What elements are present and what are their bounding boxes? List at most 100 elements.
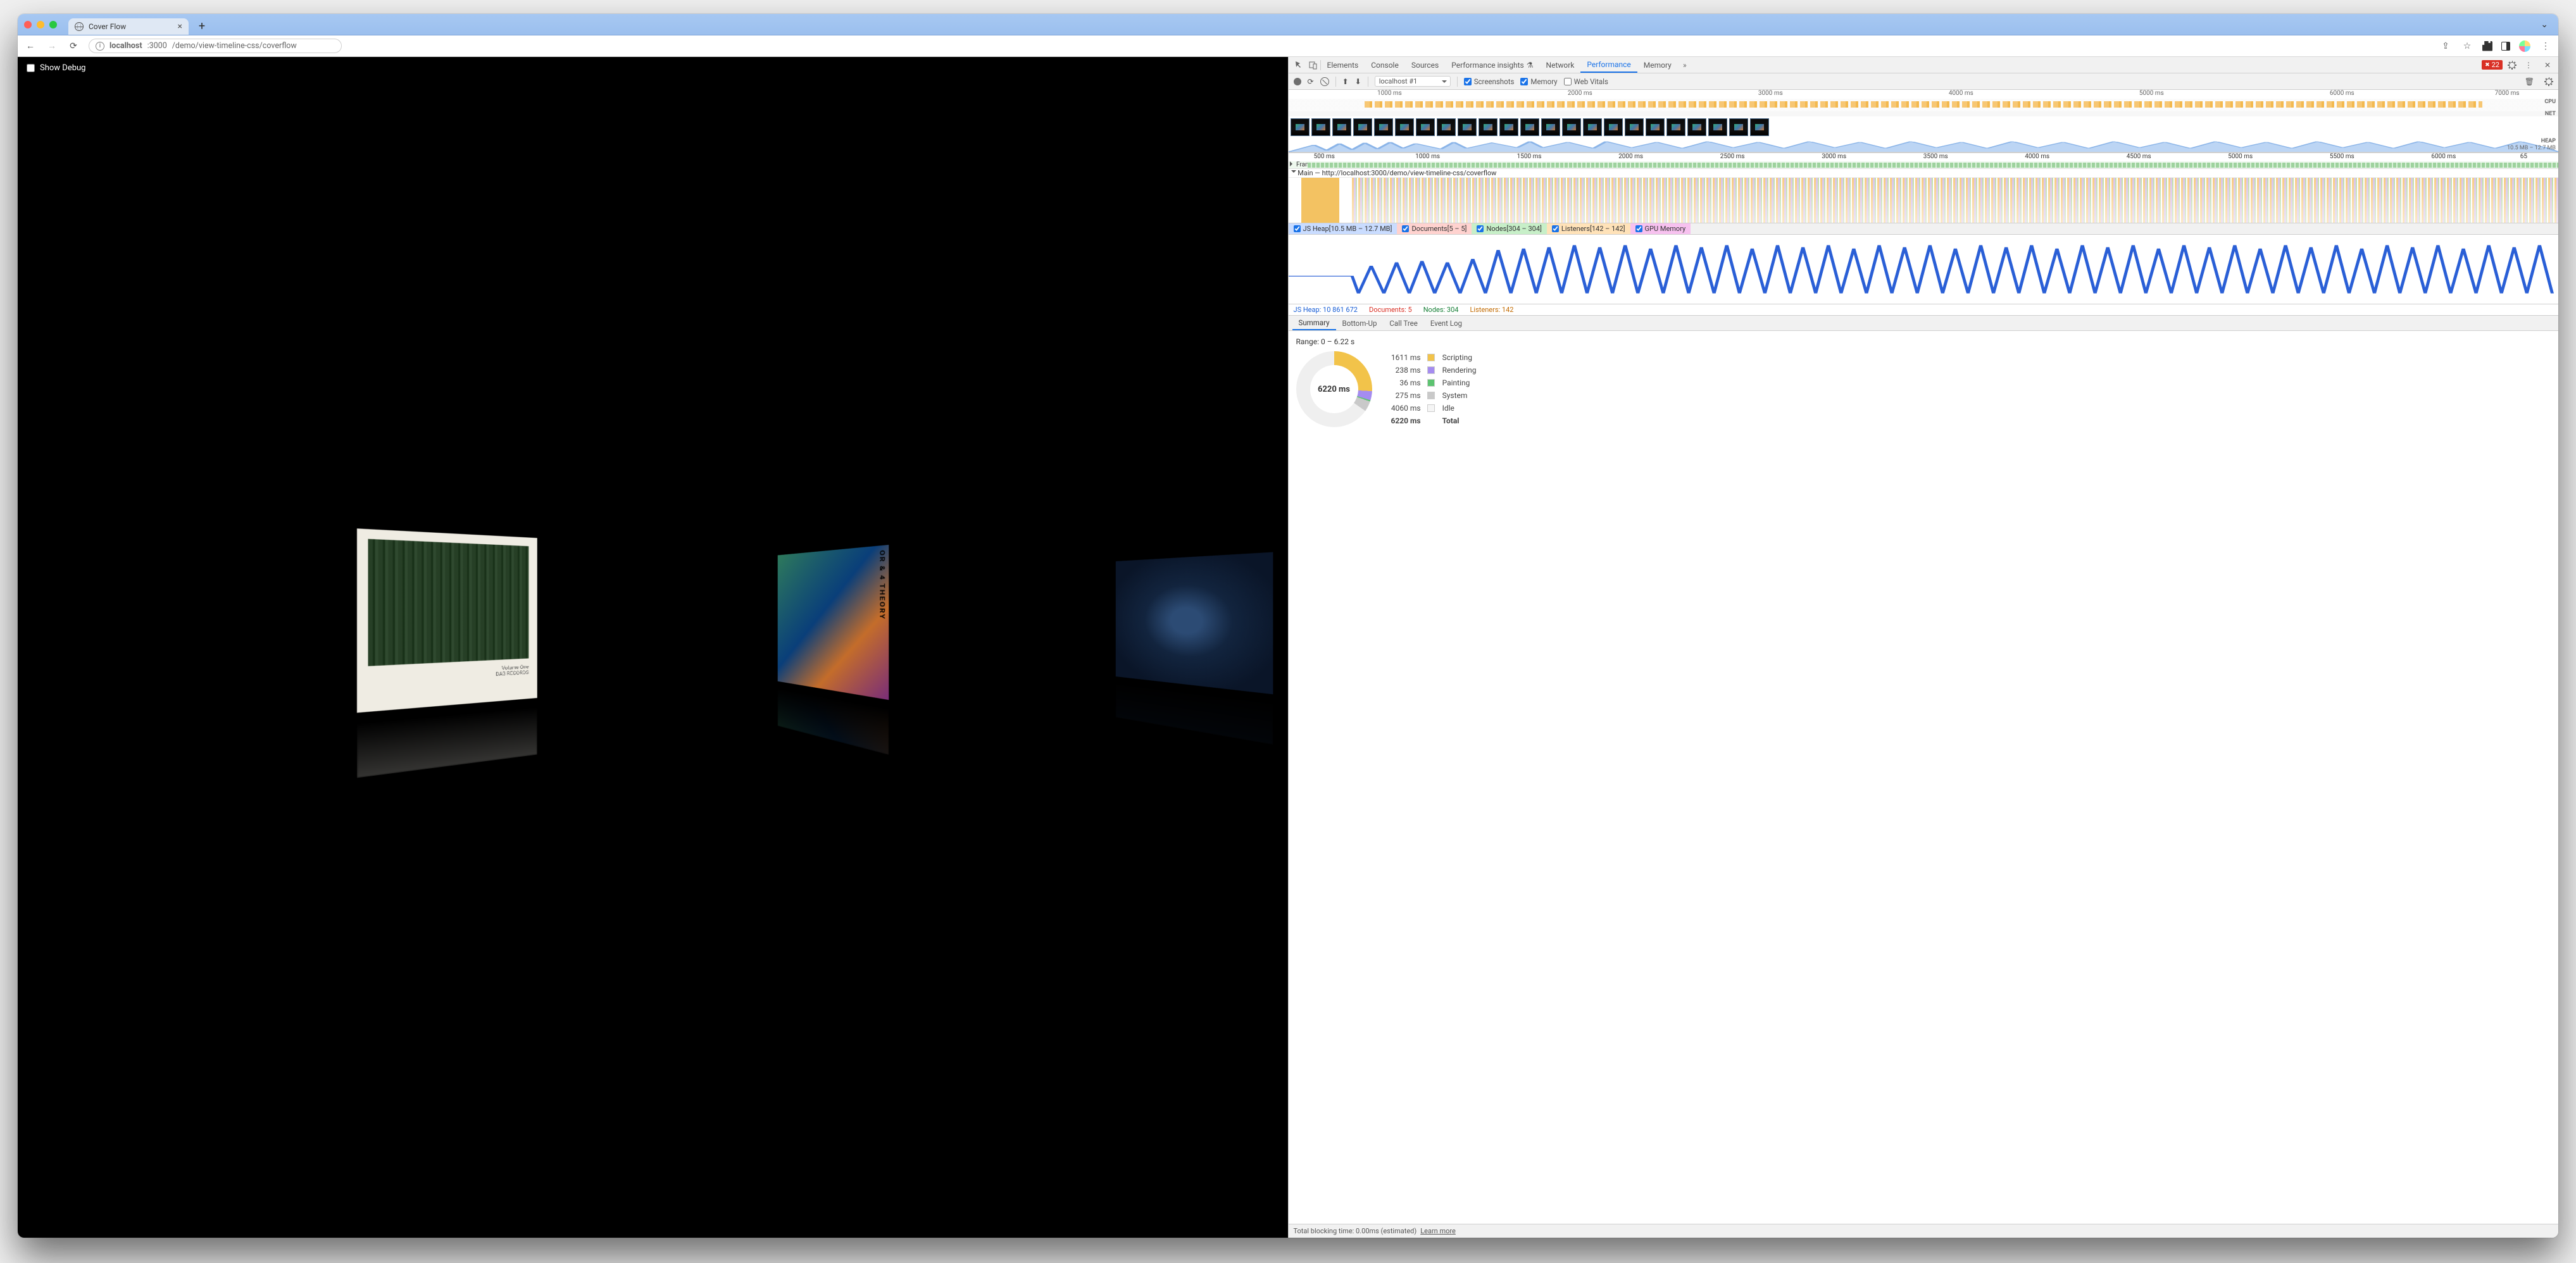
learn-more-link[interactable]: Learn more — [1420, 1227, 1456, 1235]
screenshot-thumb[interactable] — [1562, 118, 1581, 136]
overview-timeline[interactable]: 1000 ms 2000 ms 3000 ms 4000 ms 5000 ms … — [1289, 90, 2559, 152]
screenshot-thumb[interactable] — [1395, 118, 1414, 136]
tab-performance[interactable]: Performance — [1580, 57, 1637, 73]
heap-chart[interactable] — [1289, 235, 2559, 304]
load-profile-icon[interactable]: ⬆ — [1342, 77, 1349, 86]
expand-icon[interactable] — [1290, 161, 1295, 166]
screenshots-toggle[interactable]: Screenshots — [1464, 77, 1515, 86]
inspect-icon[interactable] — [1292, 61, 1306, 70]
perf-settings-icon[interactable] — [2544, 77, 2553, 86]
tab-overflow-button[interactable]: ⌄ — [2537, 20, 2552, 30]
summary-tabbar: Summary Bottom-Up Call Tree Event Log — [1289, 316, 2559, 331]
address-bar[interactable]: i localhost:3000/demo/view-timeline-css/… — [89, 39, 342, 53]
counter-listeners[interactable]: Listeners[142 – 142] — [1547, 223, 1630, 234]
traffic-lights — [24, 21, 57, 28]
tab-call-tree[interactable]: Call Tree — [1383, 316, 1423, 330]
target-select[interactable]: localhost #1 — [1375, 76, 1451, 87]
bookmark-icon[interactable]: ☆ — [2461, 40, 2473, 53]
tab-perf-insights[interactable]: Performance insights ⚗ — [1445, 57, 1539, 73]
browser-tab[interactable]: Cover Flow × — [68, 18, 189, 35]
devtools-menu-icon[interactable]: ⋮ — [2522, 61, 2535, 70]
close-devtools-icon[interactable]: ✕ — [2541, 61, 2554, 70]
tab-bottom-up[interactable]: Bottom-Up — [1336, 316, 1384, 330]
device-toggle-icon[interactable] — [1306, 61, 1320, 70]
show-debug-toggle[interactable]: Show Debug — [18, 57, 1288, 79]
tab-network[interactable]: Network — [1540, 57, 1581, 73]
tab-elements[interactable]: Elements — [1321, 57, 1365, 73]
page-viewport: Show Debug OR & 4 THEORY Volume One DAB … — [18, 57, 1288, 1238]
tab-sources[interactable]: Sources — [1405, 57, 1445, 73]
screenshot-thumb[interactable] — [1750, 118, 1769, 136]
frames-track[interactable]: Framesns — [1289, 161, 2559, 169]
screenshot-thumb[interactable] — [1541, 118, 1560, 136]
screenshot-thumb[interactable] — [1458, 118, 1477, 136]
side-panel-icon[interactable] — [2501, 42, 2510, 51]
screenshot-thumb[interactable] — [1291, 118, 1310, 136]
counter-nodes[interactable]: Nodes[304 – 304] — [1472, 223, 1546, 234]
summary-donut: 6220 ms — [1296, 351, 1372, 427]
screenshot-thumb[interactable] — [1416, 118, 1435, 136]
show-debug-checkbox[interactable] — [27, 64, 35, 72]
screenshot-thumb[interactable] — [1437, 118, 1456, 136]
coverflow-stage[interactable]: OR & 4 THEORY Volume One DAB RECORDS — [18, 79, 1288, 1238]
screenshot-thumb[interactable] — [1374, 118, 1393, 136]
screenshot-thumb[interactable] — [1499, 118, 1518, 136]
collapse-icon[interactable] — [1291, 170, 1296, 175]
close-window-button[interactable] — [24, 21, 32, 28]
counter-documents[interactable]: Documents[5 – 5] — [1397, 223, 1472, 234]
close-tab-icon[interactable]: × — [178, 22, 182, 32]
reload-record-button[interactable]: ⟳ — [1308, 77, 1314, 86]
screenshot-thumb[interactable] — [1646, 118, 1665, 136]
screenshot-strip[interactable] — [1289, 116, 2559, 138]
screenshot-thumb[interactable] — [1729, 118, 1748, 136]
site-info-icon[interactable]: i — [96, 42, 104, 51]
tab-console[interactable]: Console — [1365, 57, 1405, 73]
main-track-header[interactable]: Main — http://localhost:3000/demo/view-t… — [1289, 169, 2559, 178]
extensions-icon[interactable] — [2482, 41, 2492, 51]
settings-icon[interactable] — [2508, 61, 2517, 70]
screenshot-thumb[interactable] — [1479, 118, 1497, 136]
screenshot-thumb[interactable] — [1311, 118, 1330, 136]
clear-button[interactable] — [1320, 77, 1329, 86]
swatch-painting — [1427, 379, 1435, 387]
browser-menu-icon[interactable]: ⋮ — [2539, 40, 2552, 53]
screenshot-thumb[interactable] — [1353, 118, 1372, 136]
screenshot-thumb[interactable] — [1625, 118, 1644, 136]
memory-toggle[interactable]: Memory — [1520, 77, 1557, 86]
stat-nodes: Nodes: 304 — [1423, 306, 1459, 314]
forward-button[interactable]: → — [46, 40, 58, 53]
cover-item[interactable]: Volume One DAB RECORDS — [357, 528, 537, 778]
profile-avatar[interactable] — [2519, 40, 2530, 52]
screenshot-thumb[interactable] — [1583, 118, 1602, 136]
share-icon[interactable]: ⇪ — [2439, 40, 2452, 53]
error-badge[interactable]: 22 — [2482, 60, 2503, 70]
minimize-window-button[interactable] — [37, 21, 44, 28]
more-tabs-icon[interactable]: » — [1678, 61, 1692, 70]
web-vitals-toggle[interactable]: Web Vitals — [1564, 77, 1608, 86]
flame-chart[interactable] — [1289, 178, 2559, 223]
screenshot-thumb[interactable] — [1520, 118, 1539, 136]
maximize-window-button[interactable] — [49, 21, 57, 28]
screenshot-thumb[interactable] — [1687, 118, 1706, 136]
cover-item[interactable]: OR & 4 THEORY — [778, 544, 889, 754]
tab-event-log[interactable]: Event Log — [1424, 316, 1468, 330]
tab-summary[interactable]: Summary — [1292, 316, 1336, 330]
reload-button[interactable]: ⟳ — [67, 40, 80, 53]
overview-ruler[interactable]: 1000 ms 2000 ms 3000 ms 4000 ms 5000 ms … — [1289, 90, 2559, 99]
record-button[interactable] — [1294, 78, 1301, 85]
screenshot-thumb[interactable] — [1708, 118, 1727, 136]
gc-icon[interactable]: 🗑 — [2525, 77, 2534, 86]
tab-memory[interactable]: Memory — [1637, 57, 1678, 73]
detail-ruler[interactable]: 500 ms 1000 ms 1500 ms 2000 ms 2500 ms 3… — [1289, 152, 2559, 161]
save-profile-icon[interactable]: ⬇ — [1355, 77, 1361, 86]
summary-body: Range: 0 – 6.22 s 6220 ms 1611 msScripti… — [1289, 331, 2559, 1224]
screenshot-thumb[interactable] — [1332, 118, 1351, 136]
show-debug-label: Show Debug — [40, 63, 85, 73]
cover-item[interactable] — [1116, 552, 1273, 744]
counter-gpu[interactable]: GPU Memory — [1630, 223, 1691, 234]
back-button[interactable]: ← — [24, 40, 37, 53]
new-tab-button[interactable]: + — [194, 18, 210, 35]
screenshot-thumb[interactable] — [1666, 118, 1685, 136]
counter-jsheap[interactable]: JS Heap[10.5 MB – 12.7 MB] — [1289, 223, 1397, 234]
screenshot-thumb[interactable] — [1604, 118, 1623, 136]
